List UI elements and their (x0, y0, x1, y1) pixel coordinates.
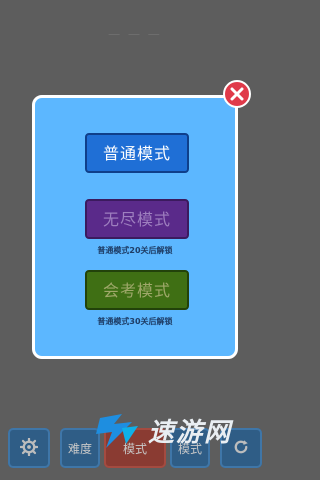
exam-mode-button[interactable]: 会考模式 (85, 270, 189, 310)
close-button[interactable] (223, 80, 251, 108)
endless-unlock-hint: 普通模式20关后解锁 (97, 246, 173, 255)
close-icon (230, 87, 244, 101)
watermark-logo-icon (96, 414, 138, 448)
watermark-text: 速游网 (148, 418, 233, 448)
background-title: 一 一 一 (108, 28, 162, 42)
settings-button[interactable] (8, 428, 50, 468)
gear-icon (20, 438, 38, 456)
watermark: 速游网 (92, 408, 262, 454)
normal-mode-button[interactable]: 普通模式 (85, 133, 189, 173)
endless-mode-button[interactable]: 无尽模式 (85, 199, 189, 239)
mode-select-modal: 普通模式 无尽模式 普通模式20关后解锁 会考模式 普通模式30关后解锁 (32, 95, 238, 359)
exam-unlock-hint: 普通模式30关后解锁 (97, 317, 173, 326)
